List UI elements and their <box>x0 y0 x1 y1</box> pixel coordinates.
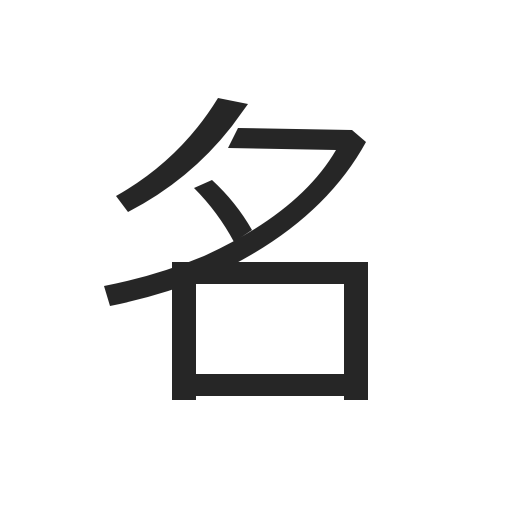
stroke-dot <box>194 180 252 242</box>
glyph-canvas: 名 <box>0 0 512 512</box>
box-top-side <box>172 262 368 284</box>
stroke-top-hook <box>116 98 248 212</box>
kanji-na-glyph <box>104 98 368 400</box>
box-bottom-side <box>172 374 368 396</box>
